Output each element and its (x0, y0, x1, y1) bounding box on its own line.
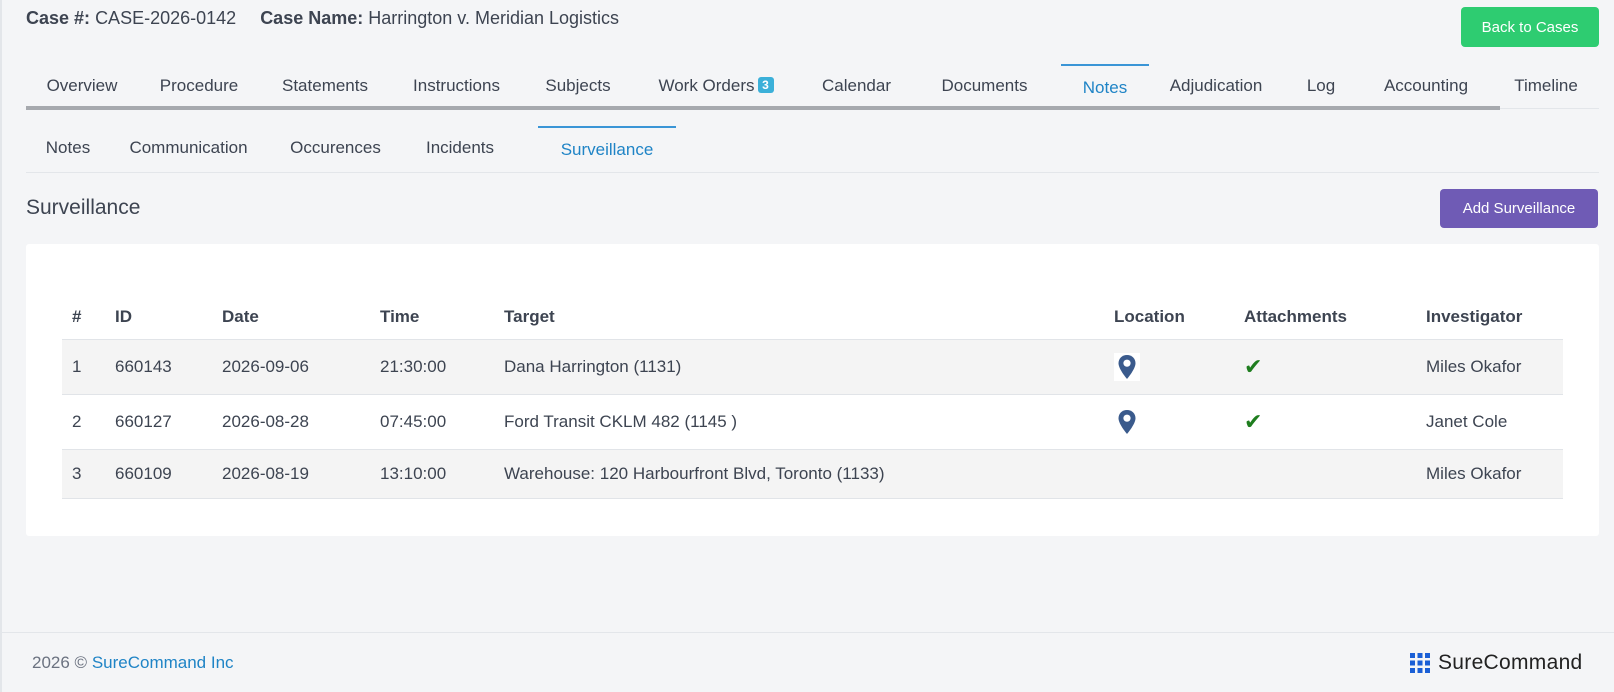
row-time: 13:10:00 (380, 464, 447, 483)
map-pin-icon[interactable] (1114, 353, 1140, 381)
map-pin-icon[interactable] (1114, 408, 1140, 436)
tab-accounting[interactable]: Accounting (1359, 64, 1493, 108)
row-num: 1 (72, 357, 82, 376)
tab-subjects[interactable]: Subjects (523, 64, 633, 108)
left-border (0, 0, 2, 692)
work-orders-count-badge: 3 (757, 77, 774, 93)
row-date: 2026-09-06 (222, 357, 309, 376)
case-name: Harrington v. Meridian Logistics (368, 8, 620, 28)
header-num: # (72, 306, 82, 326)
surveillance-table: # ID Date Time Target Location Attachmen… (62, 294, 1563, 499)
row-id-link[interactable]: 660109 (115, 450, 172, 498)
subtab-occurences[interactable]: Occurences (267, 126, 404, 170)
table-row: 3 660109 2026-08-19 13:10:00 Warehouse: … (62, 450, 1563, 499)
brand-logo: SureCommand (1410, 651, 1583, 675)
row-id-link[interactable]: 660127 (115, 395, 172, 449)
row-investigator: Miles Okafor (1426, 464, 1522, 483)
subtab-surveillance[interactable]: Surveillance (538, 126, 676, 170)
row-time: 21:30:00 (380, 357, 447, 376)
section-title: Surveillance (26, 196, 141, 219)
case-number-label: Case #: (26, 8, 91, 28)
tab-work-orders[interactable]: Work Orders 3 (633, 64, 799, 108)
header-investigator: Investigator (1426, 306, 1523, 326)
tab-notes[interactable]: Notes (1061, 64, 1149, 108)
case-number: CASE-2026-0142 (95, 8, 237, 28)
header-date: Date (222, 306, 259, 326)
tab-timeline[interactable]: Timeline (1493, 64, 1599, 108)
surveillance-card: # ID Date Time Target Location Attachmen… (26, 244, 1599, 536)
back-to-cases-button[interactable]: Back to Cases (1461, 7, 1599, 47)
tab-adjudication[interactable]: Adjudication (1149, 64, 1283, 108)
grid-dots-icon (1410, 653, 1430, 673)
table-header-row: # ID Date Time Target Location Attachmen… (62, 294, 1563, 340)
row-investigator: Miles Okafor (1426, 357, 1522, 376)
checkmark-icon: ✔ (1244, 409, 1263, 434)
row-location (1114, 395, 1140, 449)
tab-log[interactable]: Log (1283, 64, 1359, 108)
subtab-communication[interactable]: Communication (110, 126, 267, 170)
footer: 2026 © SureCommand Inc SureCommand (2, 632, 1614, 692)
row-num: 3 (72, 464, 82, 483)
header-id: ID (115, 306, 132, 326)
table-row: 1 660143 2026-09-06 21:30:00 Dana Harrin… (62, 340, 1563, 395)
company-link[interactable]: SureCommand Inc (92, 653, 234, 672)
header-attachments: Attachments (1244, 306, 1347, 326)
tab-instructions[interactable]: Instructions (390, 64, 523, 108)
tab-documents[interactable]: Documents (914, 64, 1055, 108)
header-time: Time (380, 306, 420, 326)
checkmark-icon: ✔ (1244, 354, 1263, 379)
header-location: Location (1114, 306, 1185, 326)
row-id-link[interactable]: 660143 (115, 340, 172, 394)
sub-tabs: Notes Communication Occurences Incidents… (26, 126, 1599, 173)
footer-copyright: 2026 © SureCommand Inc (32, 653, 234, 673)
row-target: Dana Harrington (1131) (504, 357, 682, 376)
row-target: Ford Transit CKLM 482 (1145 ) (504, 412, 738, 431)
tab-procedure[interactable]: Procedure (138, 64, 260, 108)
case-header: Case #: CASE-2026-0142 Case Name: Harrin… (26, 8, 619, 29)
row-target: Warehouse: 120 Harbourfront Blvd, Toront… (504, 464, 885, 483)
header-target: Target (504, 306, 555, 326)
row-date: 2026-08-28 (222, 412, 309, 431)
case-name-label: Case Name: (260, 8, 364, 28)
copyright-text: 2026 © (32, 653, 88, 672)
main-tabs: Overview Procedure Statements Instructio… (26, 64, 1599, 110)
tab-statements[interactable]: Statements (260, 64, 390, 108)
row-time: 07:45:00 (380, 412, 447, 431)
tab-calendar[interactable]: Calendar (799, 64, 914, 108)
tab-overview[interactable]: Overview (26, 64, 138, 108)
row-num: 2 (72, 412, 82, 431)
subtab-incidents[interactable]: Incidents (404, 126, 516, 170)
tab-work-orders-label: Work Orders (658, 76, 755, 95)
tabs-divider-right (1500, 108, 1599, 109)
table-row: 2 660127 2026-08-28 07:45:00 Ford Transi… (62, 395, 1563, 450)
brand-name: SureCommand (1438, 651, 1583, 674)
row-investigator: Janet Cole (1426, 412, 1508, 431)
tabs-divider (26, 106, 1500, 110)
row-location (1114, 340, 1140, 394)
add-surveillance-button[interactable]: Add Surveillance (1440, 189, 1598, 228)
row-attachments: ✔ (1244, 340, 1262, 394)
subtab-notes[interactable]: Notes (26, 126, 110, 170)
row-attachments: ✔ (1244, 395, 1262, 449)
row-date: 2026-08-19 (222, 464, 309, 483)
